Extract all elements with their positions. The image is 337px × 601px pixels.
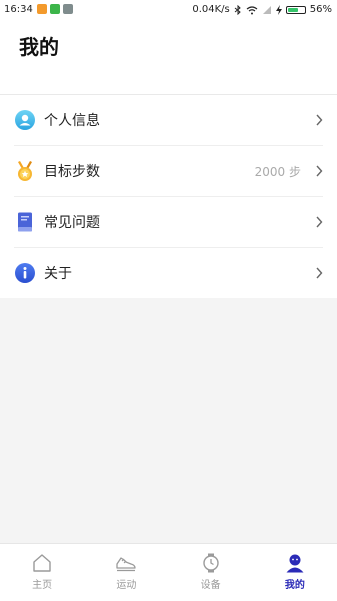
battery-icon: [285, 5, 306, 14]
settings-menu: 个人信息 目标步数 2000 步 常见问题 关于: [0, 95, 337, 298]
menu-item-personal-info[interactable]: 个人信息: [14, 95, 323, 146]
tab-label: 设备: [200, 580, 221, 591]
home-icon: [33, 554, 51, 572]
battery-percent: 56%: [309, 4, 332, 15]
tab-label: 运动: [116, 580, 137, 591]
green-app-icon: [50, 4, 60, 14]
status-bar: 16:34 0.04K/s 56%: [0, 0, 337, 20]
bottom-tab-bar: 主页 运动 设备 我的: [0, 543, 337, 601]
menu-item-label: 常见问题: [44, 215, 100, 231]
menu-item-label: 目标步数: [44, 164, 100, 180]
tab-device[interactable]: 设备: [169, 544, 253, 601]
page-header: 我的: [0, 20, 337, 94]
tab-label: 我的: [284, 580, 305, 591]
book-icon: [14, 211, 36, 233]
profile-icon: [286, 554, 304, 573]
signal-icon: [262, 5, 271, 14]
shoe-icon: [116, 557, 137, 572]
info-icon: [14, 262, 36, 284]
menu-item-about[interactable]: 关于: [14, 248, 323, 298]
chevron-right-icon: [309, 266, 323, 280]
page-title: 我的: [19, 35, 59, 59]
chevron-right-icon: [309, 215, 323, 229]
target-steps-value: 2000 步: [254, 164, 301, 179]
watch-icon: [202, 553, 219, 573]
status-time: 16:34: [4, 4, 33, 15]
tab-label: 主页: [32, 580, 53, 591]
tab-home[interactable]: 主页: [0, 544, 84, 601]
user-info-icon: [14, 109, 36, 131]
charging-icon: [275, 4, 282, 15]
menu-item-label: 关于: [44, 266, 72, 282]
wifi-icon: [246, 5, 258, 14]
gray-app-icon: [63, 4, 73, 14]
status-right: 0.04K/s 56%: [192, 4, 332, 15]
menu-item-label: 个人信息: [44, 113, 100, 129]
menu-item-faq[interactable]: 常见问题: [14, 197, 323, 248]
bluetooth-icon: [234, 4, 241, 15]
tab-mine[interactable]: 我的: [253, 544, 337, 601]
chevron-right-icon: [309, 113, 323, 127]
tab-sport[interactable]: 运动: [84, 544, 168, 601]
chevron-right-icon: [309, 164, 323, 178]
notification-icons: [37, 4, 73, 14]
orange-app-icon: [37, 4, 47, 14]
medal-icon: [14, 160, 36, 182]
network-speed: 0.04K/s: [192, 4, 230, 15]
menu-item-target-steps[interactable]: 目标步数 2000 步: [14, 146, 323, 197]
